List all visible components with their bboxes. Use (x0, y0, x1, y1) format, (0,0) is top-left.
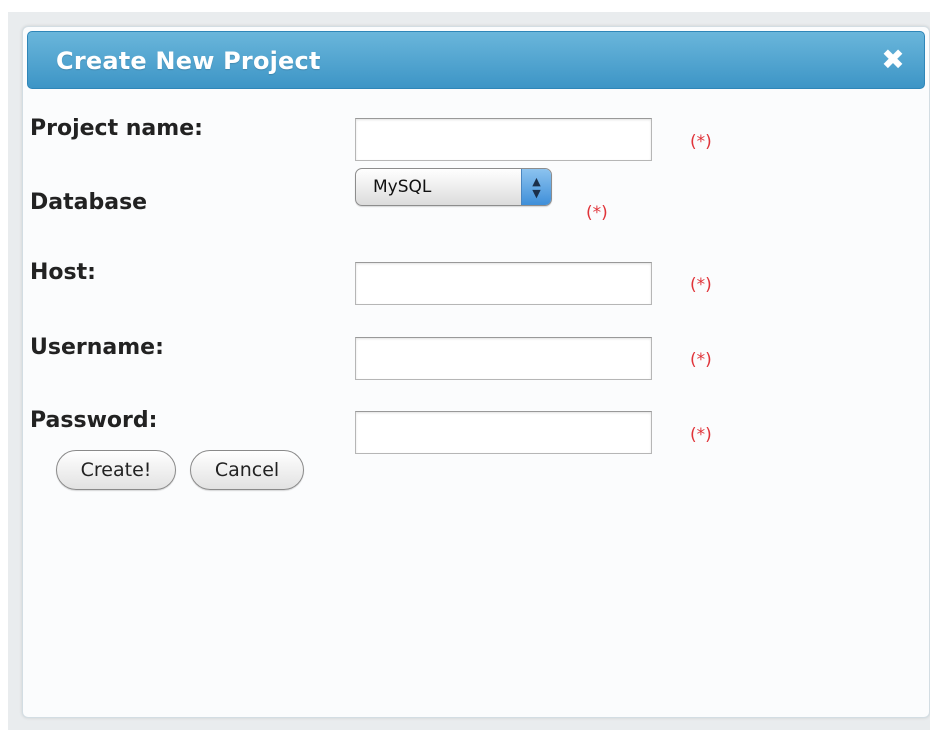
database-select[interactable]: MySQL ▲ ▼ (355, 168, 552, 206)
password-required-marker: (*) (690, 425, 712, 445)
create-button[interactable]: Create! (56, 450, 176, 490)
database-required-marker: (*) (586, 203, 608, 223)
dialog-titlebar: Create New Project ✖ (27, 31, 925, 89)
username-input[interactable] (355, 337, 652, 380)
dialog-title: Create New Project (56, 47, 321, 75)
database-label: Database (30, 190, 148, 215)
password-label: Password: (30, 408, 158, 433)
updown-arrows-icon: ▲ ▼ (521, 169, 551, 205)
host-label: Host: (30, 260, 96, 285)
host-input[interactable] (355, 262, 652, 305)
database-selected-value: MySQL (373, 177, 432, 197)
cancel-button[interactable]: Cancel (190, 450, 304, 490)
host-required-marker: (*) (690, 275, 712, 295)
username-required-marker: (*) (690, 350, 712, 370)
username-label: Username: (30, 335, 164, 360)
project-name-input[interactable] (355, 118, 652, 161)
project-name-required-marker: (*) (690, 132, 712, 152)
project-name-label: Project name: (30, 116, 203, 141)
close-icon[interactable]: ✖ (878, 45, 908, 75)
password-input[interactable] (355, 411, 652, 454)
